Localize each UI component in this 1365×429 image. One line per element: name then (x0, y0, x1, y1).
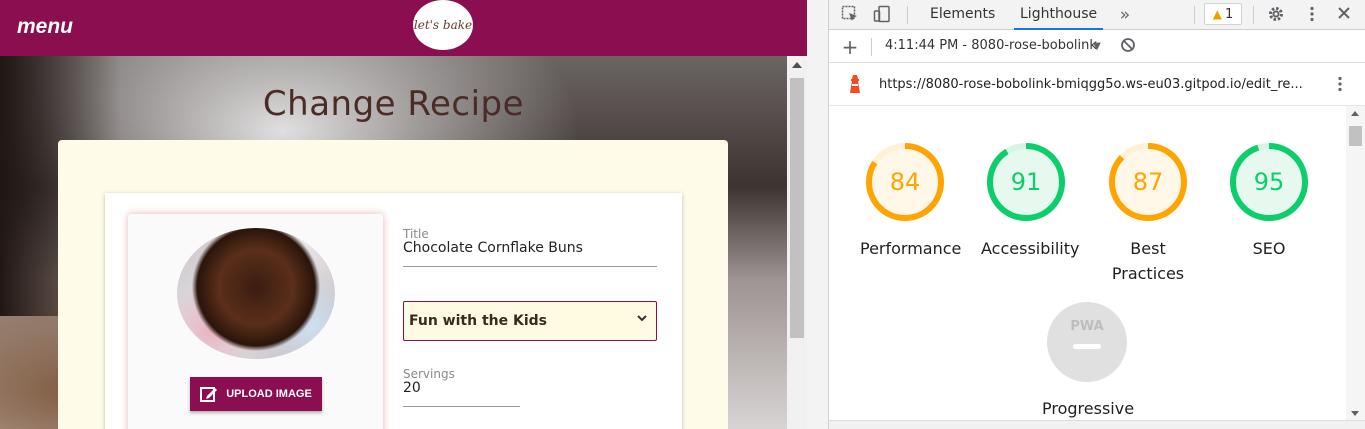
gauge-best-practices[interactable]: 87 Best Practices (1103, 140, 1193, 286)
device-toolbar-icon[interactable] (872, 5, 892, 25)
panel-splitter[interactable] (807, 0, 829, 429)
pwa-label: Progressive (1042, 399, 1135, 418)
devtools-panel: Elements Lighthouse » ▲ 1 + 4:11:44 PM -… (829, 0, 1365, 429)
gauge-seo[interactable]: 95 SEO (1224, 140, 1314, 261)
toolbar-divider (1253, 6, 1254, 24)
devtools-scroll-thumb[interactable] (1349, 126, 1362, 146)
edit-icon (200, 385, 218, 403)
accessibility-score: 91 (1011, 168, 1042, 196)
best-practices-gauge-ring: 87 (1109, 143, 1187, 221)
tab-elements[interactable]: Elements (924, 0, 1001, 30)
kebab-menu-icon[interactable] (1302, 5, 1322, 25)
category-selected-value: Fun with the Kids (409, 313, 547, 329)
servings-underline (403, 406, 520, 407)
accessibility-label: Accessibility (981, 239, 1080, 258)
category-select[interactable]: Fun with the Kids (403, 301, 657, 341)
scroll-down-arrow-icon[interactable] (1351, 411, 1359, 416)
warning-icon: ▲ (1212, 7, 1222, 21)
tab-lighthouse[interactable]: Lighthouse (1014, 0, 1104, 30)
lighthouse-toolbar: + 4:11:44 PM - 8080-rose-bobolink ▼ (829, 31, 1365, 63)
inspect-icon[interactable] (840, 5, 860, 25)
upload-image-label: UPLOAD IMAGE (226, 388, 312, 400)
gauge-pwa[interactable]: PWA Progressive (1042, 300, 1135, 421)
menu-button[interactable]: menu (17, 15, 73, 39)
settings-icon[interactable] (1266, 5, 1286, 25)
page-title: Change Recipe (262, 84, 525, 124)
seo-gauge-ring: 95 (1230, 143, 1308, 221)
toolbar-divider (871, 38, 872, 56)
accessibility-gauge-ring: 91 (987, 143, 1065, 221)
performance-label: Performance (860, 239, 962, 258)
screen: menu let's bake Change Recipe UPLOAD IMA… (0, 0, 1365, 429)
performance-gauge-ring: 84 (866, 143, 944, 221)
pwa-badge-text: PWA (1070, 319, 1103, 334)
seo-label: SEO (1252, 239, 1286, 258)
lighthouse-icon (848, 74, 862, 94)
close-icon[interactable] (1334, 5, 1354, 25)
servings-input[interactable]: 20 (403, 380, 421, 396)
more-tabs-icon[interactable]: » (1115, 5, 1135, 25)
toolbar-divider (907, 6, 908, 24)
audited-url[interactable]: https://8080-rose-bobolink-bmiqgg5o.ws-e… (879, 77, 1303, 92)
scroll-up-arrow-icon[interactable] (1351, 111, 1359, 116)
kebab-menu-icon[interactable] (1330, 75, 1350, 95)
title-input[interactable]: Chocolate Cornflake Buns (403, 240, 583, 256)
performance-score: 84 (890, 168, 921, 196)
recipe-image (177, 228, 335, 359)
web-page: menu let's bake Change Recipe UPLOAD IMA… (0, 0, 807, 429)
chevron-down-icon (636, 312, 648, 328)
site-logo[interactable]: let's bake (413, 0, 473, 50)
report-select[interactable]: 4:11:44 PM - 8080-rose-bobolink (885, 38, 1097, 53)
pwa-badge: PWA (1047, 302, 1127, 382)
warnings-badge[interactable]: ▲ 1 (1204, 3, 1242, 25)
clear-icon[interactable] (1118, 37, 1138, 57)
title-label: Title (403, 227, 429, 241)
upload-image-button[interactable]: UPLOAD IMAGE (190, 377, 322, 411)
add-icon[interactable]: + (840, 37, 860, 57)
gauge-accessibility[interactable]: 91 Accessibility (981, 140, 1080, 261)
site-navbar: menu let's bake (0, 0, 807, 56)
best-practices-score: 87 (1133, 168, 1164, 196)
score-gauges: 84 Performance 91 Accessibility 87 Best (829, 106, 1346, 420)
logo-text: let's bake (413, 17, 473, 32)
devtools-tabbar: Elements Lighthouse » ▲ 1 (829, 0, 1365, 30)
devtools-scrollbar[interactable] (1346, 106, 1365, 420)
scroll-up-arrow-icon[interactable] (792, 62, 802, 68)
dropdown-icon[interactable]: ▼ (1087, 37, 1107, 57)
title-underline (403, 266, 657, 267)
best-practices-label: Best Practices (1111, 239, 1185, 283)
audited-url-bar: https://8080-rose-bobolink-bmiqgg5o.ws-e… (829, 64, 1365, 106)
servings-label: Servings (403, 367, 455, 381)
page-scrollbar[interactable] (787, 56, 807, 429)
gauge-performance[interactable]: 84 Performance (860, 140, 962, 261)
page-scroll-thumb[interactable] (790, 78, 804, 338)
seo-score: 95 (1254, 168, 1285, 196)
devtools-bottom-edge (829, 420, 1365, 429)
toolbar-divider (1194, 6, 1195, 24)
warning-count: 1 (1224, 6, 1234, 22)
